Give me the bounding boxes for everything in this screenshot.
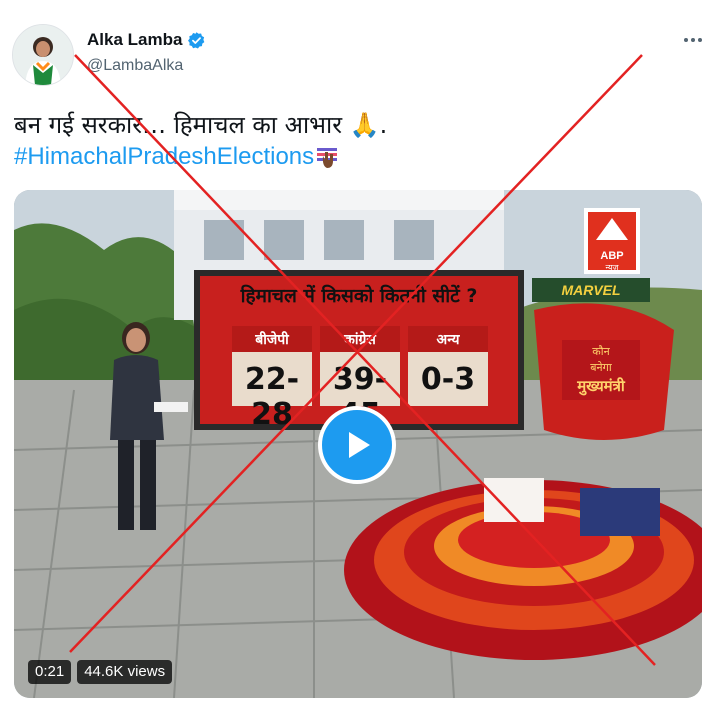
tweet-text: बन गई सरकार… हिमाचल का आभार 🙏.: [14, 111, 388, 139]
play-icon: [349, 432, 370, 458]
play-button[interactable]: [318, 406, 396, 484]
video-player[interactable]: हिमाचल में किसको कितनी सीटें ? बीजेपी का…: [14, 190, 702, 698]
display-name[interactable]: Alka Lamba: [87, 30, 182, 50]
board-title: हिमाचल में किसको कितनी सीटें ?: [240, 285, 478, 307]
video-meta: 0:21 44.6K views: [28, 660, 173, 684]
chair-text-2: बनेगा: [590, 361, 612, 374]
seats-others: 0-3: [420, 362, 476, 397]
more-horizontal-icon[interactable]: [681, 30, 705, 50]
seats-bjp: 22-28: [244, 362, 300, 432]
party-label-others: अन्य: [436, 332, 460, 348]
channel-sub: न्यूज़: [605, 263, 619, 272]
author-handle[interactable]: @LambaAlka: [87, 57, 183, 75]
party-label-congress: कांग्रेस: [344, 332, 376, 348]
chair-text-3: मुख्यमंत्री: [577, 377, 625, 395]
tweet-card: Alka Lamba @LambaAlka बन गई सरकार… हिमाच…: [0, 0, 720, 720]
hashtag-line: #HimachalPradeshElections: [14, 142, 340, 172]
profile-photo-icon: [13, 25, 73, 85]
author-name-row: Alka Lamba: [87, 30, 206, 50]
sponsor-logo: MARVEL: [561, 282, 621, 298]
party-label-bjp: बीजेपी: [255, 332, 289, 348]
video-views: 44.6K views: [77, 660, 173, 684]
avatar[interactable]: [12, 24, 74, 86]
verified-badge-icon: [188, 31, 205, 48]
video-duration: 0:21: [28, 660, 72, 684]
ballot-raised-hand-emoji-icon: [317, 148, 338, 168]
chair-text-1: कौन: [592, 345, 610, 358]
hashtag-link[interactable]: #HimachalPradeshElections: [14, 142, 314, 172]
channel-logo: ABP: [600, 250, 624, 262]
